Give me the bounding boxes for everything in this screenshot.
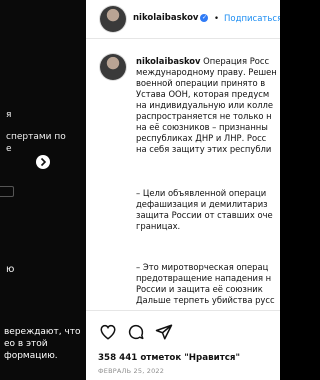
post-panel: nikolaibaskov ✓ • Подписаться nikolaibask… — [86, 0, 280, 380]
media-caption-line: спертами по — [6, 132, 66, 142]
caption-line: распространяется не только н — [136, 111, 272, 121]
likes-count[interactable]: 358 441 отметок "Нравится" — [98, 353, 240, 363]
caption-line: дефашизация и демилитариз — [136, 199, 268, 209]
media-indicator — [0, 186, 14, 197]
post-actions: 358 441 отметок "Нравится" ФЕВРАЛЬ 25, 2… — [86, 310, 280, 380]
caption-first-line: nikolaibaskov Операция Росс — [136, 56, 269, 67]
caption-line: военной операции принято в — [136, 78, 266, 88]
post-date: ФЕВРАЛЬ 25, 2022 — [98, 367, 165, 375]
caption-block: nikolaibaskov Операция Росс международно… — [86, 38, 280, 308]
caption-line: – Это миротворческая операц — [136, 262, 269, 272]
verified-badge-icon: ✓ — [200, 13, 209, 22]
next-arrow-icon[interactable] — [33, 152, 53, 172]
caption-line: международному праву. Решен — [136, 67, 277, 77]
share-icon[interactable] — [155, 323, 173, 341]
separator-dot: • — [214, 14, 220, 24]
notice-line: формацию. — [4, 351, 58, 361]
likes-number: 358 441 — [98, 353, 138, 363]
username-text[interactable]: nikolaibaskov — [133, 13, 198, 23]
caption-line: защита России от ставших оче — [136, 210, 273, 220]
header-username[interactable]: nikolaibaskov ✓ — [133, 13, 209, 23]
sensitive-content-notice: вереждают, что ео в этой формацию. — [0, 311, 86, 380]
media-caption-line: я — [6, 110, 12, 120]
follow-button[interactable]: Подписаться — [224, 14, 280, 24]
notice-line: ео в этой — [4, 339, 48, 349]
likes-label: отметок "Нравится" — [140, 353, 241, 363]
post-header: nikolaibaskov ✓ • Подписаться — [86, 0, 280, 39]
caption-line: Дальше терпеть убийства русс — [136, 295, 275, 305]
notice-line: вереждают, что — [4, 327, 81, 337]
sensitive-content-title: ю — [6, 264, 15, 275]
caption-line: России и защита её союзник — [136, 284, 263, 294]
caption-line: на индивидуальную или колле — [136, 100, 274, 110]
comment-icon[interactable] — [127, 323, 145, 341]
post-media[interactable]: я спертами по е ю вереждают, что ео в эт… — [0, 0, 86, 380]
avatar[interactable] — [100, 54, 126, 80]
caption-line: – Цели объявленной операци — [136, 188, 267, 198]
caption-line: границах. — [136, 221, 181, 231]
caption-line: на себя защиту этих республи — [136, 144, 272, 154]
heart-icon[interactable] — [99, 323, 117, 341]
caption-line: Устава ООН, которая предусм — [136, 89, 270, 99]
caption-line: Операция Росс — [200, 56, 270, 66]
media-caption-line: е — [6, 144, 12, 154]
caption-line: на её союзников – признанны — [136, 122, 268, 132]
avatar[interactable] — [100, 6, 126, 32]
caption-line: предотвращение нападения н — [136, 273, 272, 283]
caption-username[interactable]: nikolaibaskov — [136, 56, 201, 66]
caption-line: республиках ДНР и ЛНР. Росс — [136, 133, 267, 143]
